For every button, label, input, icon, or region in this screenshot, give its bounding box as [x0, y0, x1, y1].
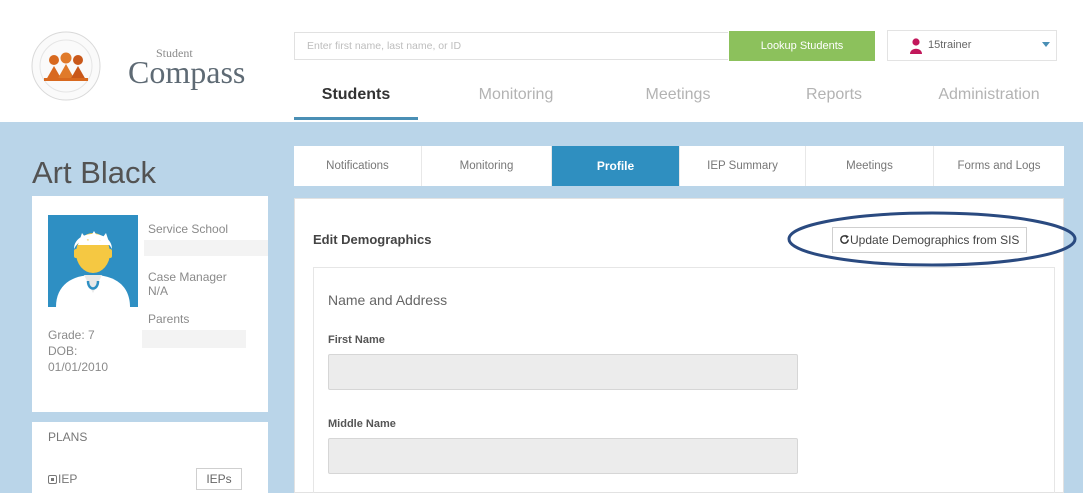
tab-notifications[interactable]: Notifications	[294, 146, 422, 186]
name-address-section: Name and Address First Name Middle Name	[313, 267, 1055, 493]
tab-meetings[interactable]: Meetings	[806, 146, 934, 186]
parents-label: Parents	[148, 312, 190, 326]
student-info-card: Service School Case Manager N/A Parents …	[32, 196, 268, 493]
nav-reports[interactable]: Reports	[772, 82, 896, 120]
lookup-students-button[interactable]: Lookup Students	[729, 31, 875, 61]
service-school-label: Service School	[148, 222, 229, 236]
plan-item-label: IEP	[58, 472, 78, 486]
tab-forms-and-logs[interactable]: Forms and Logs	[934, 146, 1064, 186]
update-demographics-label: Update Demographics from SIS	[850, 233, 1020, 247]
card-divider	[32, 412, 268, 422]
middle-name-label: Middle Name	[328, 418, 396, 430]
nav-administration[interactable]: Administration	[914, 82, 1064, 120]
user-menu-dropdown[interactable]: 15trainer	[887, 30, 1057, 61]
header: Student Compass Lookup Students 15traine…	[0, 0, 1083, 122]
first-name-label: First Name	[328, 334, 385, 346]
plan-expand-icon[interactable]	[48, 475, 57, 484]
student-search-input[interactable]	[294, 32, 728, 60]
student-avatar-icon	[56, 231, 130, 307]
student-compass-logo[interactable]: Student Compass	[30, 30, 250, 102]
user-name: 15trainer	[928, 39, 972, 51]
dob-label: DOB:	[48, 344, 78, 358]
profile-sub-tabs: Notifications Monitoring Profile IEP Sum…	[294, 146, 1064, 186]
nav-students[interactable]: Students	[294, 82, 418, 120]
ieps-button[interactable]: IEPs	[196, 468, 242, 490]
nav-monitoring[interactable]: Monitoring	[454, 82, 578, 120]
first-name-field[interactable]	[328, 354, 798, 390]
dob-value: 01/01/2010	[48, 360, 109, 374]
tab-monitoring[interactable]: Monitoring	[422, 146, 552, 186]
user-icon	[910, 38, 922, 54]
edit-demographics-panel: Edit Demographics Update Demographics fr…	[294, 198, 1064, 493]
middle-name-field[interactable]	[328, 438, 798, 474]
update-demographics-button[interactable]: Update Demographics from SIS	[832, 227, 1027, 253]
logo-seal-icon	[31, 31, 101, 101]
main-nav: Students Monitoring Meetings Reports Adm…	[294, 82, 1064, 122]
grade-text: Grade: 7	[48, 328, 95, 342]
logo-compass-text: Compass	[128, 54, 246, 90]
panel-title: Edit Demographics	[313, 232, 432, 247]
case-manager-label: Case Manager	[148, 270, 227, 284]
refresh-icon	[840, 234, 849, 244]
nav-meetings[interactable]: Meetings	[616, 82, 740, 120]
tab-profile[interactable]: Profile	[552, 146, 680, 186]
student-name-heading: Art Black	[32, 155, 157, 190]
service-school-value	[144, 240, 268, 256]
chevron-down-icon	[1042, 42, 1050, 47]
student-avatar	[48, 215, 138, 307]
tab-iep-summary[interactable]: IEP Summary	[680, 146, 806, 186]
parents-value	[142, 330, 246, 348]
case-manager-value: N/A	[148, 284, 169, 298]
section-title: Name and Address	[328, 292, 448, 308]
plan-item-iep[interactable]: IEP	[48, 472, 77, 486]
plans-heading: PLANS	[48, 430, 88, 444]
